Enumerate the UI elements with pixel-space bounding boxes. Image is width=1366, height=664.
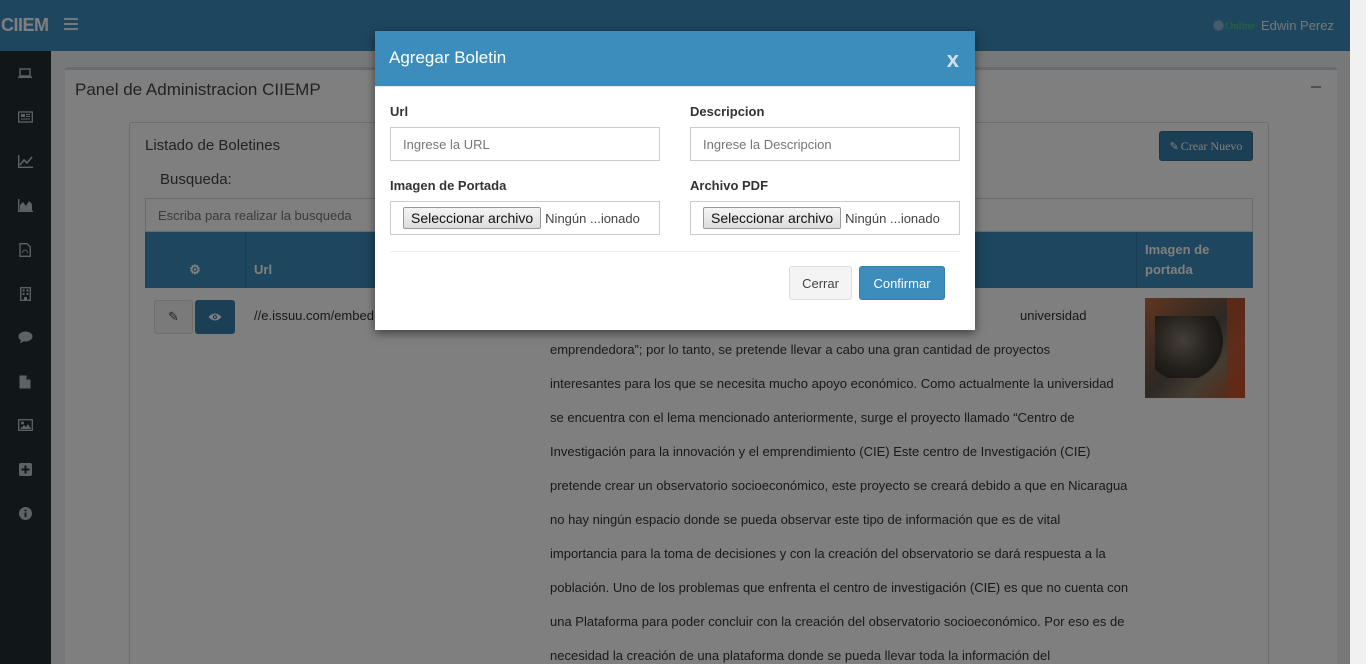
select-file-button[interactable]: Seleccionar archivo	[403, 207, 542, 229]
add-bulletin-modal: Agregar Boletin x Url Descripcion Imagen…	[375, 31, 975, 330]
page-scrollbar[interactable]	[1350, 0, 1366, 664]
confirm-button[interactable]: Confirmar	[859, 266, 945, 300]
modal-divider	[390, 251, 960, 252]
modal-header: Agregar Boletin x	[375, 31, 975, 87]
url-input[interactable]	[390, 127, 660, 161]
pdf-file-label: Archivo PDF	[690, 178, 769, 193]
cover-image-label: Imagen de Portada	[390, 178, 507, 193]
select-file-button[interactable]: Seleccionar archivo	[703, 207, 842, 229]
pdf-file-input[interactable]: Seleccionar archivo Ningún ...ionado	[690, 201, 960, 235]
description-label: Descripcion	[690, 104, 765, 119]
no-file-selected-text: Ningún ...ionado	[545, 210, 640, 226]
description-input[interactable]	[690, 127, 960, 161]
modal-title: Agregar Boletin	[389, 48, 507, 67]
url-label: Url	[390, 104, 409, 119]
no-file-selected-text: Ningún ...ionado	[845, 210, 940, 226]
cancel-button[interactable]: Cerrar	[789, 266, 852, 300]
cover-image-file-input[interactable]: Seleccionar archivo Ningún ...ionado	[390, 201, 660, 235]
close-icon[interactable]: x	[947, 47, 959, 73]
